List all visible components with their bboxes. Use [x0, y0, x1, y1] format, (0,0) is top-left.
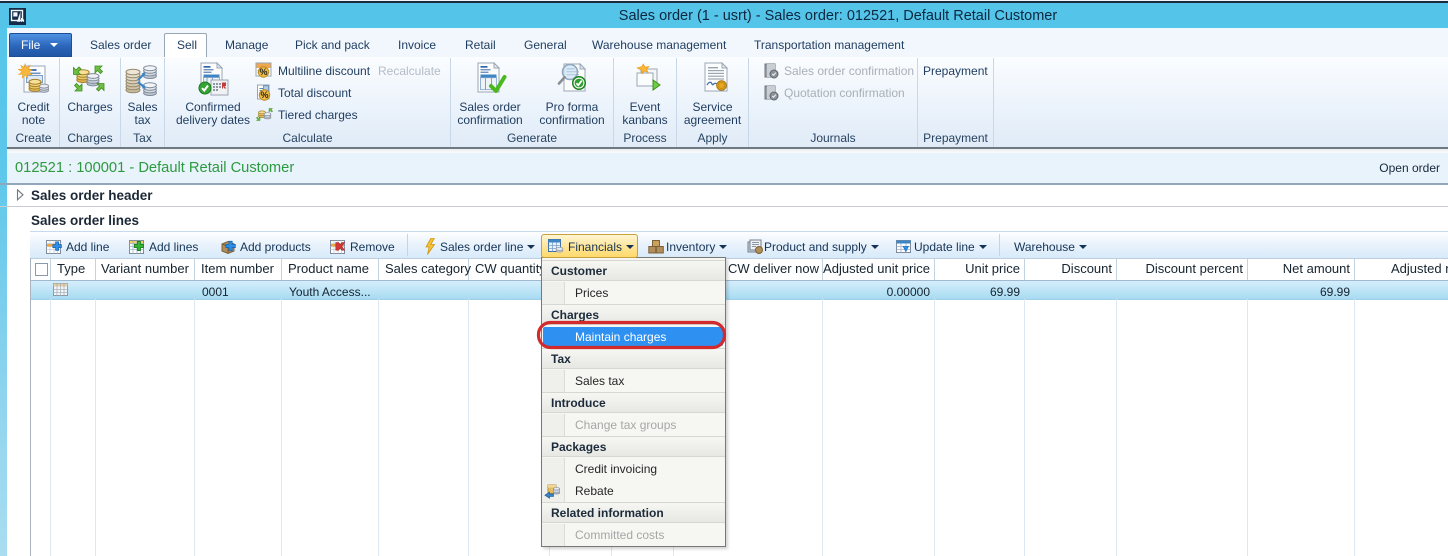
svg-text:%: %: [260, 90, 268, 100]
svg-text:%: %: [259, 67, 267, 77]
